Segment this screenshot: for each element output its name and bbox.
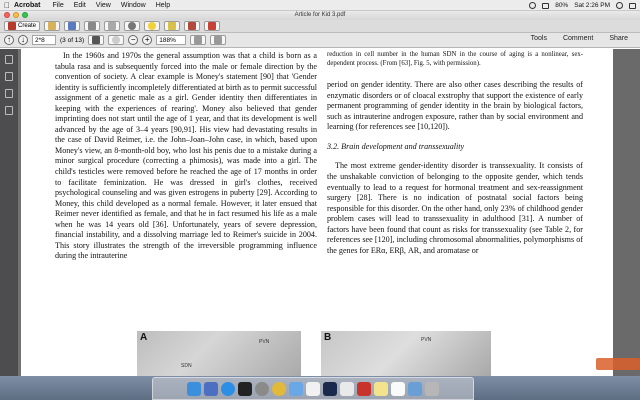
scroll-mode-button[interactable] xyxy=(210,35,227,45)
figure-b-pvn-label: PVN xyxy=(421,337,432,343)
figure-panel-a: A PVN SDN xyxy=(137,331,301,376)
window-title: Article for Kid 3.pdf xyxy=(294,12,346,18)
figure-b-letter: B xyxy=(324,332,332,343)
sign-button[interactable] xyxy=(184,21,201,31)
hand-tool-button[interactable] xyxy=(108,35,125,45)
title-bar: Article for Kid 3.pdf xyxy=(0,11,640,20)
menu-edit[interactable]: Edit xyxy=(74,2,86,9)
save-icon xyxy=(68,22,77,30)
settings-button[interactable] xyxy=(124,21,141,31)
chrome-icon[interactable] xyxy=(272,381,286,396)
section-heading: 3.2. Brain development and transsexualit… xyxy=(327,141,465,151)
create-label: Create xyxy=(18,23,37,29)
menu-window[interactable]: Window xyxy=(121,2,146,9)
acrobat-icon[interactable] xyxy=(357,381,371,396)
comment-tool-button[interactable] xyxy=(144,21,161,31)
share-link[interactable]: Share xyxy=(609,35,628,42)
page-number-input[interactable]: 2*8 xyxy=(32,35,56,45)
highlighter-icon xyxy=(168,22,177,30)
menu-view[interactable]: View xyxy=(96,2,111,9)
create-icon xyxy=(8,22,16,30)
vertical-scrollbar[interactable] xyxy=(613,49,640,376)
text-icon[interactable] xyxy=(306,381,320,396)
mail-icon[interactable] xyxy=(289,381,303,396)
page-count: (3 of 13) xyxy=(60,36,85,44)
figure-panel-b: B PVN xyxy=(321,331,491,376)
document-workspace: In the 1960s and 1970s the general assum… xyxy=(0,49,640,376)
terminal-icon[interactable] xyxy=(238,381,252,396)
main-toolbar: Create xyxy=(0,20,640,33)
apple-menu-icon[interactable]:  xyxy=(0,1,14,10)
desktop-widget xyxy=(596,358,640,370)
safari-icon[interactable] xyxy=(221,381,235,396)
navigation-toolbar: ↑ ↓ 2*8 (3 of 13) − + 188% Tools Comment… xyxy=(0,33,640,48)
system-prefs-icon[interactable] xyxy=(255,381,269,396)
left-column: In the 1960s and 1970s the general assum… xyxy=(55,51,317,262)
trash-icon[interactable] xyxy=(425,381,439,396)
notes-icon[interactable] xyxy=(374,381,388,396)
gear-icon xyxy=(128,22,137,30)
photoshop-icon[interactable] xyxy=(323,381,337,396)
zoom-in-button[interactable]: + xyxy=(142,35,153,45)
scroll-mode-icon xyxy=(214,36,223,44)
open-button[interactable] xyxy=(44,21,61,31)
select-tool-button[interactable] xyxy=(88,35,105,45)
left-paragraph: In the 1960s and 1970s the general assum… xyxy=(55,51,317,261)
print-button[interactable] xyxy=(84,21,101,31)
zoom-level-field[interactable]: 188% xyxy=(156,35,187,45)
highlight-button[interactable] xyxy=(164,21,181,31)
fit-page-icon xyxy=(194,36,203,44)
comment-bubble-icon xyxy=(148,22,157,30)
comment-link[interactable]: Comment xyxy=(563,35,593,42)
fit-page-button[interactable] xyxy=(190,35,207,45)
menu-bar:  Acrobat File Edit View Window Help 80%… xyxy=(0,0,640,11)
signatures-icon[interactable] xyxy=(5,106,13,115)
previous-page-button[interactable]: ↑ xyxy=(4,35,14,45)
menu-help[interactable]: Help xyxy=(156,2,170,9)
create-button[interactable]: Create xyxy=(4,21,41,31)
next-page-button[interactable]: ↓ xyxy=(18,35,28,45)
clock[interactable]: Sat 2:26 PM xyxy=(574,2,610,9)
print-icon xyxy=(88,22,97,30)
status-area: 80% Sat 2:26 PM xyxy=(529,0,636,11)
figure-caption: reduction in cell number in the human SD… xyxy=(327,51,583,67)
figure-a-sdn-label: SDN xyxy=(181,363,192,369)
menu-file[interactable]: File xyxy=(52,2,63,9)
battery-percent: 80% xyxy=(555,2,569,9)
search-icon[interactable] xyxy=(616,2,623,9)
acrobat-window: Article for Kid 3.pdf Create ↑ ↓ 2*8 (3 … xyxy=(0,11,640,376)
tools-link[interactable]: Tools xyxy=(531,35,547,42)
app-store-icon[interactable] xyxy=(204,381,218,396)
zoom-out-button[interactable]: − xyxy=(128,35,139,45)
dock xyxy=(152,377,474,400)
battery-icon[interactable] xyxy=(542,2,550,9)
email-button[interactable] xyxy=(104,21,121,31)
finder-folder-icon[interactable] xyxy=(408,381,422,396)
email-icon xyxy=(108,22,117,30)
attachments-icon[interactable] xyxy=(5,89,13,98)
page-thumbnails-icon[interactable] xyxy=(5,55,13,64)
wifi-icon[interactable] xyxy=(529,2,537,9)
pdf-page[interactable]: In the 1960s and 1970s the general assum… xyxy=(21,49,613,376)
figure-a-letter: A xyxy=(140,332,148,343)
app-menu[interactable]: Acrobat xyxy=(14,2,40,9)
preview-icon[interactable] xyxy=(340,381,354,396)
right-paragraph-2: The most extreme gender-identity disorde… xyxy=(327,161,583,255)
navigation-pane xyxy=(0,49,18,376)
calendar-icon[interactable] xyxy=(391,381,405,396)
save-button[interactable] xyxy=(64,21,81,31)
sign-icon xyxy=(188,22,197,30)
hand-icon xyxy=(112,36,121,44)
export-pdf-icon xyxy=(208,22,217,30)
finder-icon[interactable] xyxy=(187,381,201,396)
cursor-icon xyxy=(92,36,101,44)
export-button[interactable] xyxy=(204,21,221,31)
right-column: reduction in cell number in the human SD… xyxy=(327,51,583,256)
figure-a-pvn-label: PVN xyxy=(259,339,270,345)
bookmarks-icon[interactable] xyxy=(5,72,13,81)
right-paragraph-1: period on gender identity. There are als… xyxy=(327,80,583,132)
notifications-icon[interactable] xyxy=(629,2,636,9)
folder-icon xyxy=(48,22,57,30)
